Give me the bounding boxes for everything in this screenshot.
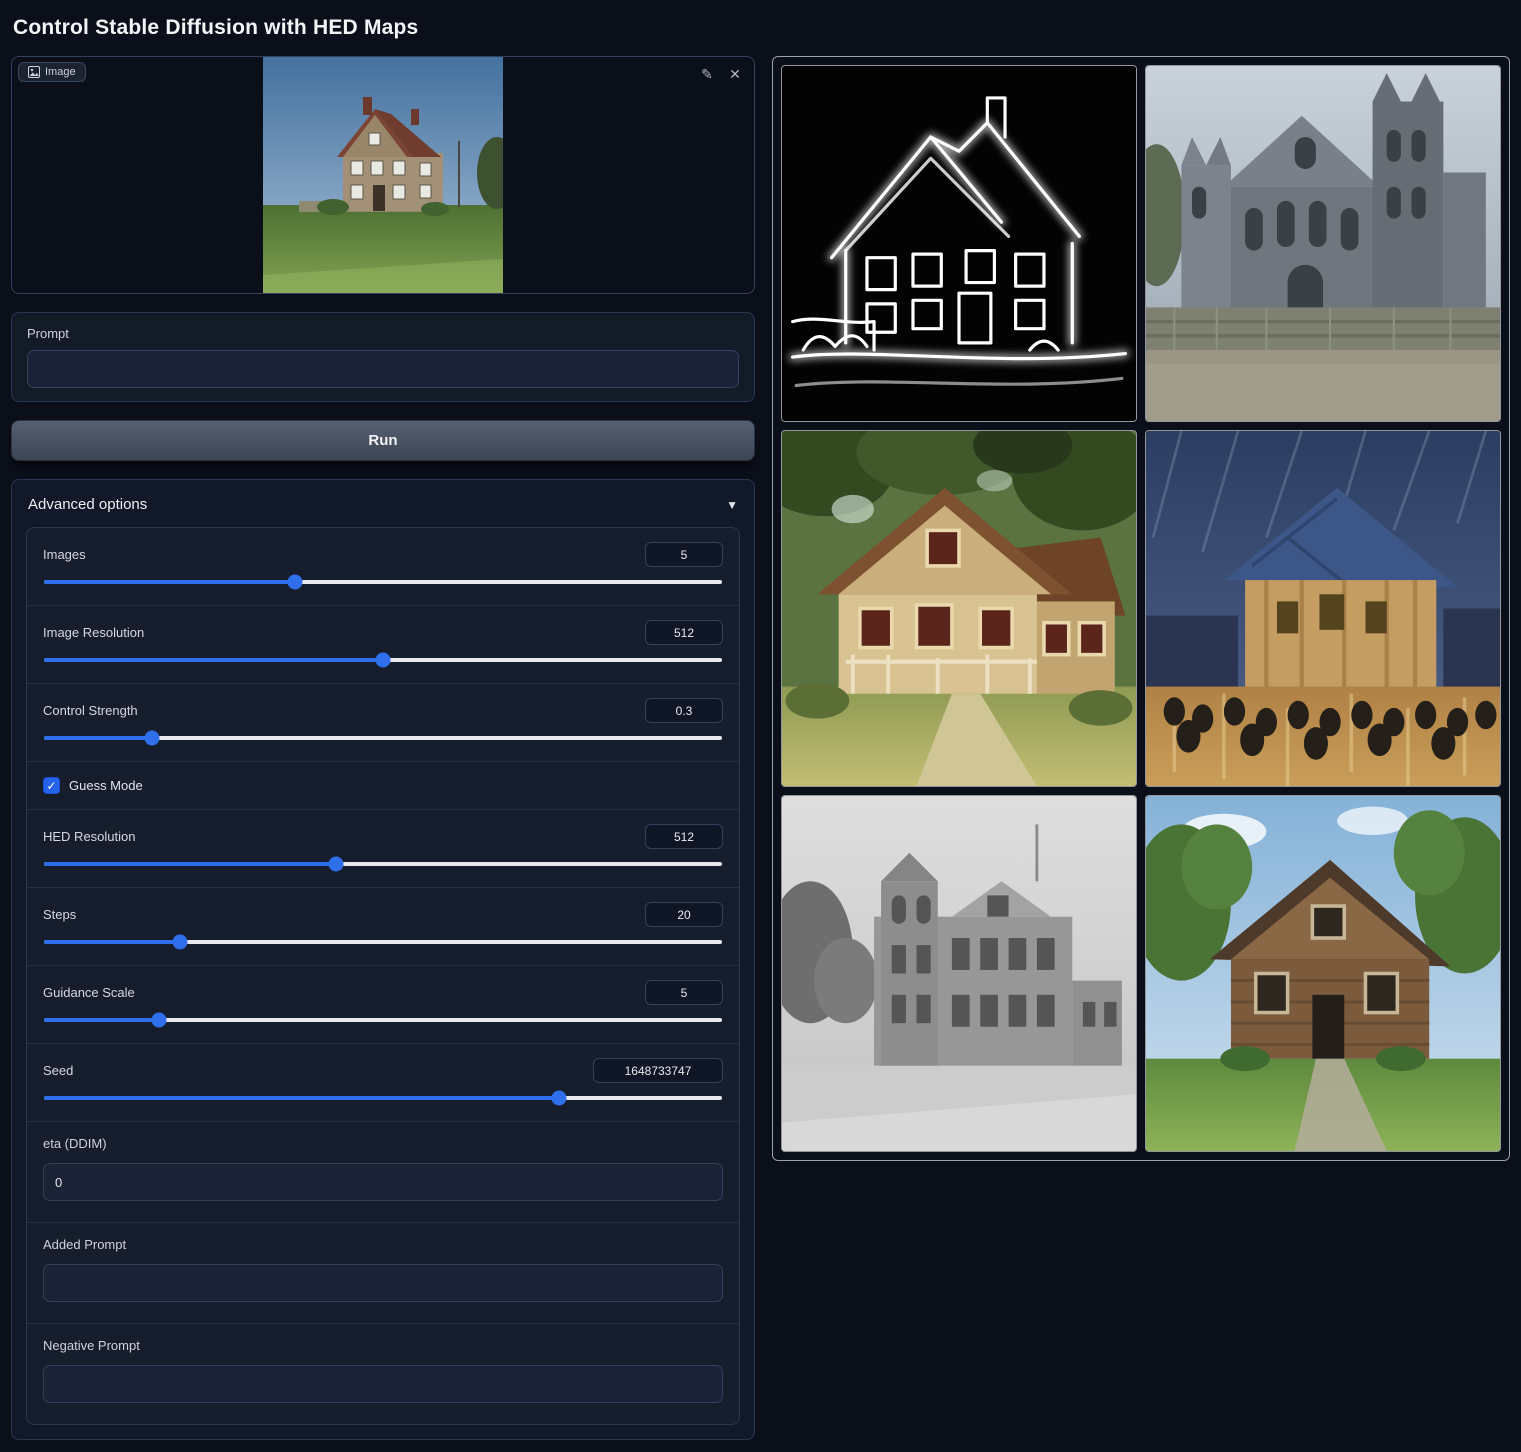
input-image-picture (263, 57, 503, 293)
hed-resolution-value-input[interactable] (645, 824, 723, 849)
seed-slider[interactable] (44, 1096, 722, 1100)
slider-label: Guidance Scale (43, 985, 135, 1000)
prompt-input[interactable] (27, 350, 739, 388)
seed-value-input[interactable] (593, 1058, 723, 1083)
image-icon (28, 66, 40, 78)
main-layout: Image ✎ ✕ (11, 56, 1510, 1440)
image-label-badge: Image (18, 62, 86, 82)
output-gallery (772, 56, 1510, 1161)
prompt-label: Prompt (27, 326, 739, 341)
image-resolution-slider[interactable] (44, 658, 722, 662)
impressionist-rainy-painting-image (1146, 431, 1500, 786)
hed-edge-map-image (782, 66, 1136, 421)
negative-prompt-field: Negative Prompt (27, 1323, 739, 1424)
run-button[interactable]: Run (11, 420, 755, 461)
slider-fill (44, 736, 152, 740)
slider-label: Image Resolution (43, 625, 144, 640)
left-column: Image ✎ ✕ (11, 56, 755, 1440)
gallery-item-vintage-house-painting[interactable] (781, 430, 1137, 787)
guess-mode-checkbox[interactable]: ✓ (43, 777, 60, 794)
advanced-options-panel: Advanced options ▼ Images (11, 479, 755, 1440)
gallery-item-impressionist-rainy-painting[interactable] (1145, 430, 1501, 787)
slider-fill (44, 1018, 159, 1022)
vintage-house-painting-image (782, 431, 1136, 786)
slider-seed: Seed (27, 1043, 739, 1121)
slider-fill (44, 862, 336, 866)
guess-mode-row: ✓ Guess Mode (27, 761, 739, 809)
slider-steps: Steps (27, 887, 739, 965)
eta-field: eta (DDIM) (27, 1121, 739, 1222)
slider-image-resolution: Image Resolution (27, 605, 739, 683)
input-image[interactable] (263, 57, 503, 293)
slider-handle[interactable] (552, 1091, 567, 1106)
images-slider[interactable] (44, 580, 722, 584)
slider-fill (44, 658, 383, 662)
slider-handle[interactable] (376, 653, 391, 668)
added-prompt-input[interactable] (43, 1264, 723, 1302)
gallery-item-country-house-photo[interactable] (1145, 795, 1501, 1152)
slider-fill (44, 940, 180, 944)
gallery-item-cathedral-ruins[interactable] (1145, 65, 1501, 422)
slider-handle[interactable] (172, 935, 187, 950)
control-strength-slider[interactable] (44, 736, 722, 740)
gallery-item-hed-edge-map[interactable] (781, 65, 1137, 422)
eta-label: eta (DDIM) (43, 1136, 723, 1151)
slider-label: Steps (43, 907, 76, 922)
added-prompt-field: Added Prompt (27, 1222, 739, 1323)
image-resolution-value-input[interactable] (645, 620, 723, 645)
gallery-item-grayscale-building-photo[interactable] (781, 795, 1137, 1152)
steps-value-input[interactable] (645, 902, 723, 927)
slider-handle[interactable] (152, 1013, 167, 1028)
eta-input[interactable] (43, 1163, 723, 1201)
page-title: Control Stable Diffusion with HED Maps (13, 16, 1510, 40)
slider-hed-resolution: HED Resolution (27, 809, 739, 887)
slider-label: HED Resolution (43, 829, 136, 844)
country-house-photo-image (1146, 796, 1500, 1151)
slider-control-strength: Control Strength (27, 683, 739, 761)
cathedral-ruins-image (1146, 66, 1500, 421)
negative-prompt-input[interactable] (43, 1365, 723, 1403)
slider-label: Images (43, 547, 86, 562)
slider-handle[interactable] (145, 731, 160, 746)
advanced-options-header[interactable]: Advanced options ▼ (26, 492, 740, 527)
slider-images: Images (27, 528, 739, 605)
image-toolbar: ✎ ✕ (695, 62, 747, 86)
prompt-block: Prompt (11, 312, 755, 402)
guess-mode-label[interactable]: Guess Mode (69, 778, 143, 793)
clear-image-button[interactable]: ✕ (723, 62, 747, 86)
chevron-down-icon[interactable]: ▼ (726, 498, 738, 512)
grayscale-building-photo-image (782, 796, 1136, 1151)
control-strength-value-input[interactable] (645, 698, 723, 723)
negative-prompt-label: Negative Prompt (43, 1338, 723, 1353)
advanced-options-title: Advanced options (28, 496, 147, 513)
steps-slider[interactable] (44, 940, 722, 944)
images-value-input[interactable] (645, 542, 723, 567)
app-root: Control Stable Diffusion with HED Maps I… (0, 0, 1521, 1452)
slider-guidance-scale: Guidance Scale (27, 965, 739, 1043)
advanced-options-body: Images Image Resolution (26, 527, 740, 1425)
edit-image-button[interactable]: ✎ (695, 62, 719, 86)
slider-label: Seed (43, 1063, 73, 1078)
slider-fill (44, 1096, 559, 1100)
slider-handle[interactable] (287, 575, 302, 590)
slider-fill (44, 580, 295, 584)
guidance-scale-slider[interactable] (44, 1018, 722, 1022)
added-prompt-label: Added Prompt (43, 1237, 723, 1252)
hed-resolution-slider[interactable] (44, 862, 722, 866)
guidance-scale-value-input[interactable] (645, 980, 723, 1005)
image-label: Image (45, 66, 76, 78)
slider-handle[interactable] (328, 857, 343, 872)
image-upload-block: Image ✎ ✕ (11, 56, 755, 294)
slider-label: Control Strength (43, 703, 138, 718)
